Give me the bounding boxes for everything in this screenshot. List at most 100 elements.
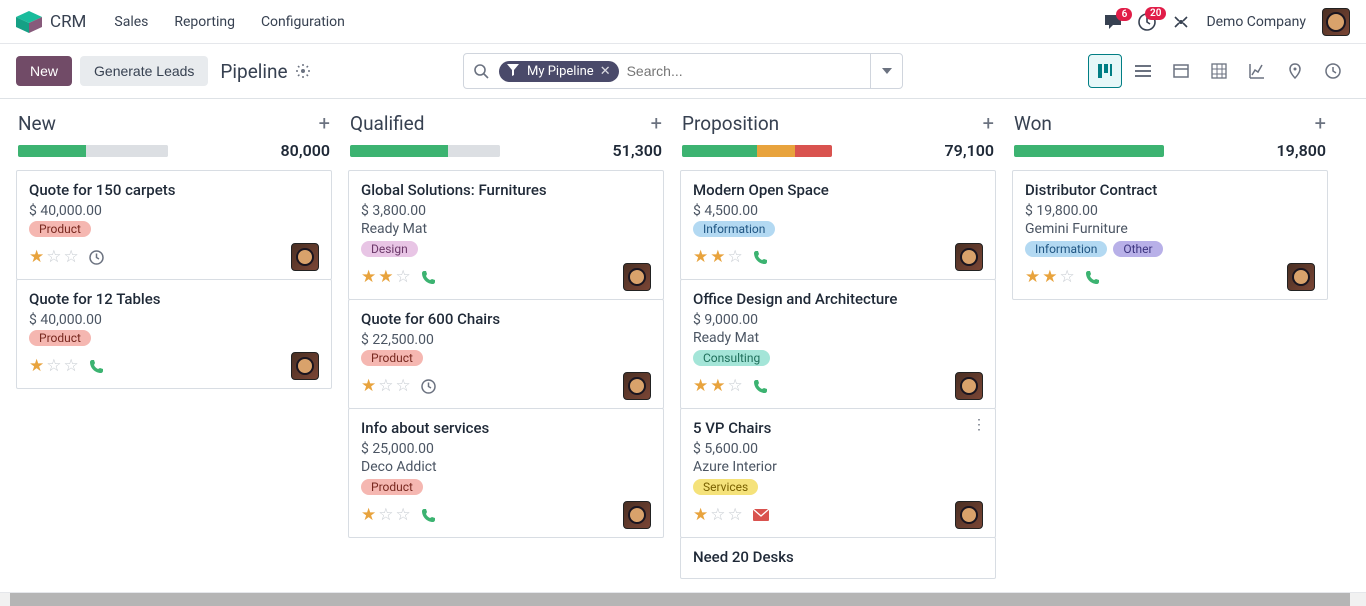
search-dropdown[interactable]	[870, 54, 902, 88]
view-list[interactable]	[1126, 54, 1160, 88]
star-icon[interactable]: ☆	[728, 505, 743, 525]
activities-icon[interactable]: 20	[1138, 13, 1156, 31]
add-card-icon[interactable]: +	[983, 111, 994, 135]
phone-icon[interactable]	[753, 379, 768, 394]
remove-filter-icon[interactable]: ✕	[600, 64, 611, 79]
phone-icon[interactable]	[421, 508, 436, 523]
nav-reporting[interactable]: Reporting	[174, 14, 235, 30]
nav-configuration[interactable]: Configuration	[261, 14, 345, 30]
phone-icon[interactable]	[89, 359, 104, 374]
star-icon[interactable]: ☆	[46, 247, 61, 267]
assignee-avatar[interactable]	[291, 352, 319, 380]
phone-icon[interactable]	[421, 270, 436, 285]
gear-icon[interactable]	[296, 64, 310, 78]
assignee-avatar[interactable]	[955, 501, 983, 529]
star-icon[interactable]: ☆	[710, 505, 725, 525]
column-title[interactable]: Won	[1014, 112, 1052, 135]
app-logo[interactable]	[16, 11, 42, 33]
star-icon[interactable]: ☆	[46, 356, 61, 376]
column-title[interactable]: Qualified	[350, 112, 424, 135]
star-icon[interactable]: ☆	[396, 376, 411, 396]
app-name[interactable]: CRM	[50, 12, 86, 32]
assignee-avatar[interactable]	[955, 243, 983, 271]
view-graph[interactable]	[1240, 54, 1274, 88]
generate-leads-button[interactable]: Generate Leads	[80, 56, 208, 86]
star-icon[interactable]: ★	[710, 247, 725, 267]
star-icon[interactable]: ★	[361, 376, 376, 396]
kanban-card[interactable]: Quote for 150 carpets $ 40,000.00 Produc…	[16, 170, 332, 280]
star-icon[interactable]: ☆	[728, 247, 743, 267]
star-icon[interactable]: ★	[693, 376, 708, 396]
star-icon[interactable]: ☆	[396, 505, 411, 525]
tag[interactable]: Services	[693, 479, 758, 495]
column-progress[interactable]	[1014, 145, 1164, 157]
assignee-avatar[interactable]	[955, 372, 983, 400]
assignee-avatar[interactable]	[623, 372, 651, 400]
star-icon[interactable]: ☆	[64, 247, 79, 267]
column-title[interactable]: New	[18, 112, 56, 135]
add-card-icon[interactable]: +	[1315, 111, 1326, 135]
tag[interactable]: Product	[361, 350, 423, 366]
star-icon[interactable]: ☆	[396, 267, 411, 287]
star-icon[interactable]: ☆	[1060, 267, 1075, 287]
kanban-card[interactable]: Quote for 12 Tables $ 40,000.00 Product …	[16, 279, 332, 389]
assignee-avatar[interactable]	[623, 501, 651, 529]
new-button[interactable]: New	[16, 56, 72, 86]
view-map[interactable]	[1278, 54, 1312, 88]
search-icon[interactable]	[464, 64, 499, 79]
tag[interactable]: Product	[361, 479, 423, 495]
tag[interactable]: Product	[29, 221, 91, 237]
column-progress[interactable]	[350, 145, 500, 157]
column-progress[interactable]	[18, 145, 168, 157]
kanban-card[interactable]: Quote for 600 Chairs $ 22,500.00 Product…	[348, 299, 664, 409]
view-pivot[interactable]	[1202, 54, 1236, 88]
star-icon[interactable]: ☆	[378, 376, 393, 396]
kanban-card[interactable]: Need 20 Desks	[680, 537, 996, 579]
phone-icon[interactable]	[753, 250, 768, 265]
star-icon[interactable]: ☆	[378, 505, 393, 525]
assignee-avatar[interactable]	[623, 263, 651, 291]
star-icon[interactable]: ☆	[64, 356, 79, 376]
star-icon[interactable]: ☆	[728, 376, 743, 396]
tag[interactable]: Information	[693, 221, 775, 237]
star-icon[interactable]: ★	[693, 247, 708, 267]
kanban-card[interactable]: Info about services $ 25,000.00 Deco Add…	[348, 408, 664, 538]
assignee-avatar[interactable]	[291, 243, 319, 271]
add-card-icon[interactable]: +	[319, 111, 330, 135]
star-icon[interactable]: ★	[693, 505, 708, 525]
view-kanban[interactable]	[1088, 54, 1122, 88]
user-avatar[interactable]	[1322, 8, 1350, 36]
tag[interactable]: Consulting	[693, 350, 770, 366]
star-icon[interactable]: ★	[378, 267, 393, 287]
star-icon[interactable]: ★	[29, 356, 44, 376]
tag[interactable]: Product	[29, 330, 91, 346]
column-progress[interactable]	[682, 145, 832, 157]
kanban-card[interactable]: ⋮ 5 VP Chairs $ 5,600.00 Azure Interior …	[680, 408, 996, 538]
star-icon[interactable]: ★	[29, 247, 44, 267]
star-icon[interactable]: ★	[361, 505, 376, 525]
tag[interactable]: Other	[1113, 241, 1162, 257]
add-card-icon[interactable]: +	[651, 111, 662, 135]
star-icon[interactable]: ★	[361, 267, 376, 287]
star-icon[interactable]: ★	[1042, 267, 1057, 287]
clock-icon[interactable]	[421, 379, 436, 394]
kanban-card[interactable]: Global Solutions: Furnitures $ 3,800.00 …	[348, 170, 664, 300]
company-name[interactable]: Demo Company	[1206, 14, 1306, 30]
tag[interactable]: Design	[361, 241, 418, 257]
star-icon[interactable]: ★	[1025, 267, 1040, 287]
horizontal-scrollbar[interactable]	[0, 592, 1366, 606]
kanban-card[interactable]: Office Design and Architecture $ 9,000.0…	[680, 279, 996, 409]
clock-icon[interactable]	[89, 250, 104, 265]
search-input[interactable]	[627, 63, 870, 79]
view-calendar[interactable]	[1164, 54, 1198, 88]
debug-icon[interactable]	[1172, 13, 1190, 31]
kanban-card[interactable]: Distributor Contract $ 19,800.00 Gemini …	[1012, 170, 1328, 300]
nav-sales[interactable]: Sales	[114, 14, 148, 30]
assignee-avatar[interactable]	[1287, 263, 1315, 291]
star-icon[interactable]: ★	[710, 376, 725, 396]
column-title[interactable]: Proposition	[682, 112, 779, 135]
kanban-card[interactable]: Modern Open Space $ 4,500.00 Information…	[680, 170, 996, 280]
messages-icon[interactable]: 6	[1104, 14, 1122, 30]
phone-icon[interactable]	[1085, 270, 1100, 285]
tag[interactable]: Information	[1025, 241, 1107, 257]
